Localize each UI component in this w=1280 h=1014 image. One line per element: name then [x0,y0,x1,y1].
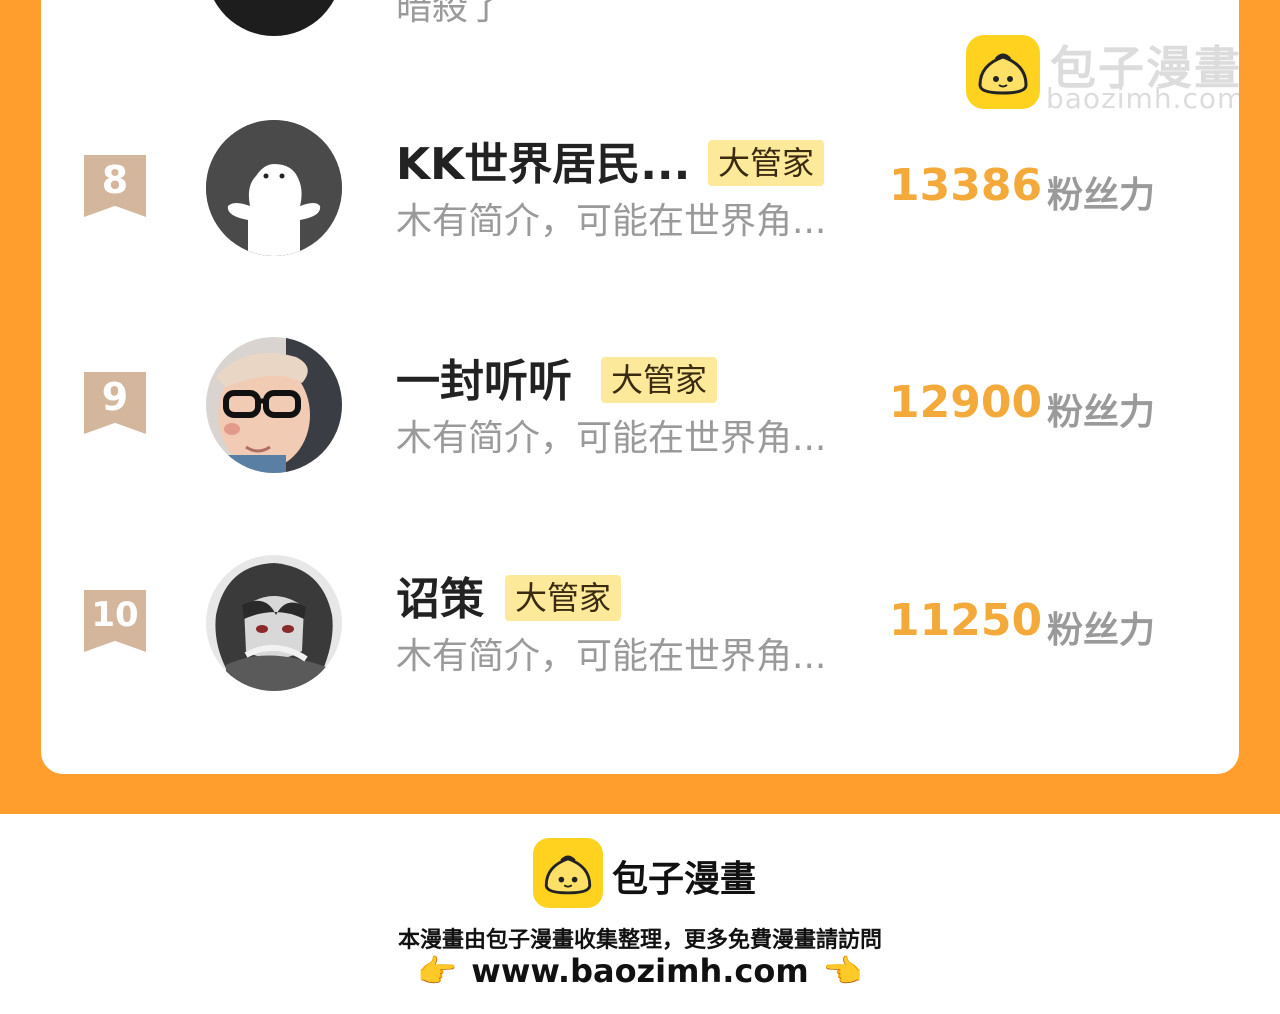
footer-note: 本漫畫由包子漫畫收集整理，更多免費漫畫請訪問 [397,928,882,953]
footer-url-line: 👉 www.baozimh.com 👈 [0,952,1280,990]
role-badge: 大管家 [708,140,825,186]
list-item[interactable]: 9 一封听听 大管家 木有简介，可能在世界角... 12900 粉丝力 [41,337,1239,477]
footer-brand-title: 包子漫畫 [612,859,757,900]
fan-score-unit: 粉丝力 [1047,392,1156,433]
list-item[interactable]: 10 诏策 大管家 木有简介，可能在世界角... 11250 粉丝力 [41,555,1239,695]
rank-ribbon: 10 [84,590,146,652]
list-item[interactable]: 8 KK世界居民... 大管家 木有简介，可能在世界角... 13386 粉丝力 [41,120,1239,260]
user-description: 木有简介，可能在世界角... [396,201,827,242]
bun-logo-icon [533,838,603,908]
avatar[interactable] [206,555,342,691]
pointing-left-hand-icon: 👈 [822,952,863,990]
avatar[interactable] [206,120,342,256]
fan-score: 13386 [889,160,1043,211]
user-name[interactable]: 诏策 [396,563,484,627]
site-link[interactable]: www.baozimh.com [471,952,808,990]
rank-ribbon: 9 [84,372,146,434]
user-description: 木有简介，可能在世界角... [396,636,827,677]
user-name[interactable]: 一封听听 [396,345,572,409]
watermark-logo: 包子漫畫 baozimh.com [966,32,1239,115]
role-badge: 大管家 [505,575,622,621]
ranking-card: 暗殺了 包子漫畫 baozimh.com 8 KK世界居民... 大管家 木有简… [41,0,1239,774]
fan-score-unit: 粉丝力 [1047,175,1156,216]
partial-avatar[interactable] [206,0,342,36]
fan-score-unit: 粉丝力 [1047,610,1156,651]
default-ghost-avatar-icon [206,120,342,256]
pointing-right-hand-icon: 👉 [417,952,458,990]
role-badge: 大管家 [601,357,718,403]
fan-score: 12900 [889,377,1043,428]
rank-ribbon: 8 [84,155,146,217]
user-description: 木有简介，可能在世界角... [396,418,827,459]
watermark-subtitle: baozimh.com [1046,82,1239,115]
anime-character-avatar-icon [206,555,342,691]
fan-score: 11250 [889,595,1043,646]
partial-description: 暗殺了 [396,0,505,28]
bun-logo-icon [966,35,1040,109]
avatar[interactable] [206,337,342,473]
child-with-glasses-avatar-icon [206,337,342,473]
user-name[interactable]: KK世界居民... [396,128,690,192]
